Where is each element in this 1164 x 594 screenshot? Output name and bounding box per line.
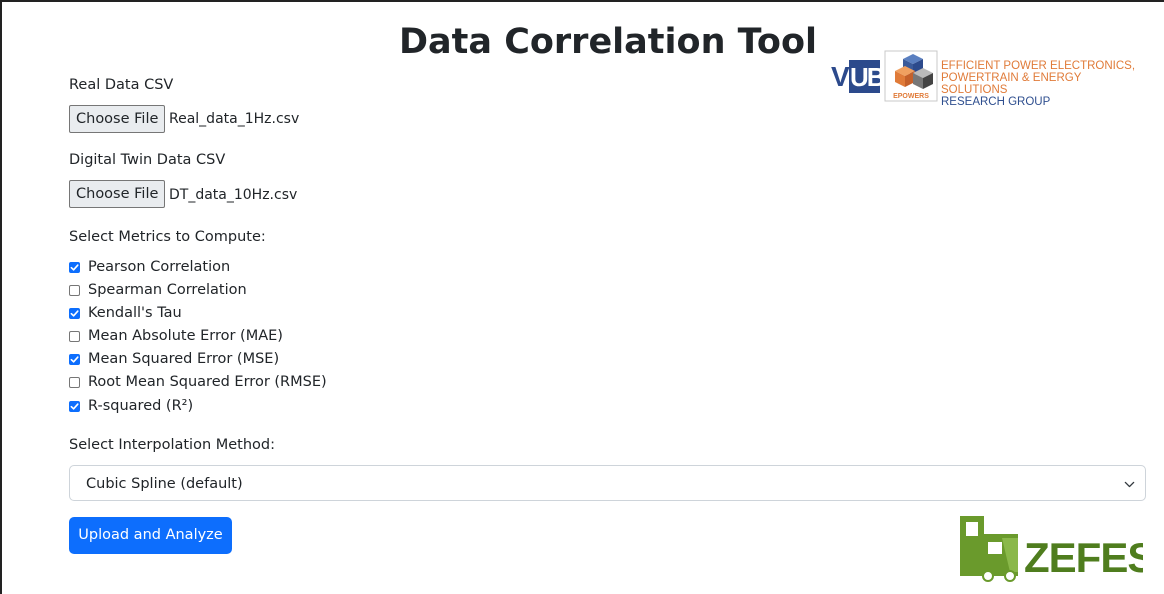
- svg-text:ZEFES: ZEFES: [1024, 534, 1143, 581]
- metric-label: Pearson Correlation: [88, 259, 231, 275]
- checkmark-icon: [70, 402, 79, 410]
- metric-label: Spearman Correlation: [88, 282, 247, 298]
- interpolation-label: Select Interpolation Method:: [69, 437, 276, 453]
- metric-label: Mean Absolute Error (MAE): [88, 328, 283, 344]
- interpolation-selected-value: Cubic Spline (default): [86, 476, 243, 492]
- zefes-logo: ZEFES: [960, 516, 1143, 582]
- metric-pearson-checkbox[interactable]: Pearson Correlation: [69, 259, 230, 275]
- epowers-text: EFFICIENT POWER ELECTRONICS, POWERTRAIN …: [941, 60, 1136, 108]
- real-data-file-name: Real_data_1Hz.csv: [169, 111, 300, 127]
- checkmark-icon: [70, 309, 79, 317]
- metric-label: Root Mean Squared Error (RMSE): [88, 374, 327, 390]
- metrics-label: Select Metrics to Compute:: [69, 229, 266, 245]
- twin-data-choose-file-button[interactable]: Choose File: [69, 180, 166, 208]
- metric-spearman-checkbox[interactable]: Spearman Correlation: [69, 282, 247, 298]
- metric-mse-checkbox[interactable]: Mean Squared Error (MSE): [69, 351, 279, 367]
- real-data-label: Real Data CSV: [69, 77, 174, 93]
- checkbox-box[interactable]: [69, 261, 80, 273]
- checkbox-box[interactable]: [69, 400, 80, 412]
- chevron-down-icon: [1124, 481, 1135, 488]
- metric-rmse-checkbox[interactable]: Root Mean Squared Error (RMSE): [69, 374, 327, 390]
- checkbox-box[interactable]: [69, 284, 80, 296]
- checkbox-box[interactable]: [69, 376, 80, 388]
- epowers-vub-logo: V UB EPOWERS EFFICIENT POWER ELECTRONICS…: [829, 47, 1145, 108]
- twin-data-file-name: DT_data_10Hz.csv: [169, 187, 298, 203]
- real-data-choose-file-button[interactable]: Choose File: [69, 105, 166, 133]
- metric-label: R-squared (R²): [88, 398, 194, 414]
- upload-analyze-button[interactable]: Upload and Analyze: [69, 517, 232, 554]
- twin-data-label: Digital Twin Data CSV: [69, 152, 226, 168]
- metric-label: Kendall's Tau: [88, 305, 182, 321]
- svg-text:V: V: [831, 61, 850, 92]
- checkbox-box[interactable]: [69, 330, 80, 342]
- checkmark-icon: [70, 355, 79, 363]
- metric-label: Mean Squared Error (MSE): [88, 351, 280, 367]
- vub-logo: V UB: [829, 54, 887, 98]
- checkmark-icon: [70, 263, 79, 271]
- epowers-cube-icon: EPOWERS: [884, 50, 938, 102]
- svg-text:UB: UB: [850, 62, 880, 92]
- metric-kendall-checkbox[interactable]: Kendall's Tau: [69, 305, 182, 321]
- checkbox-box[interactable]: [69, 353, 80, 365]
- checkbox-box[interactable]: [69, 307, 80, 319]
- metric-mae-checkbox[interactable]: Mean Absolute Error (MAE): [69, 328, 283, 344]
- metric-r2-checkbox[interactable]: R-squared (R²): [69, 398, 193, 414]
- svg-text:EPOWERS: EPOWERS: [893, 93, 929, 100]
- interpolation-select[interactable]: Cubic Spline (default): [69, 465, 1146, 501]
